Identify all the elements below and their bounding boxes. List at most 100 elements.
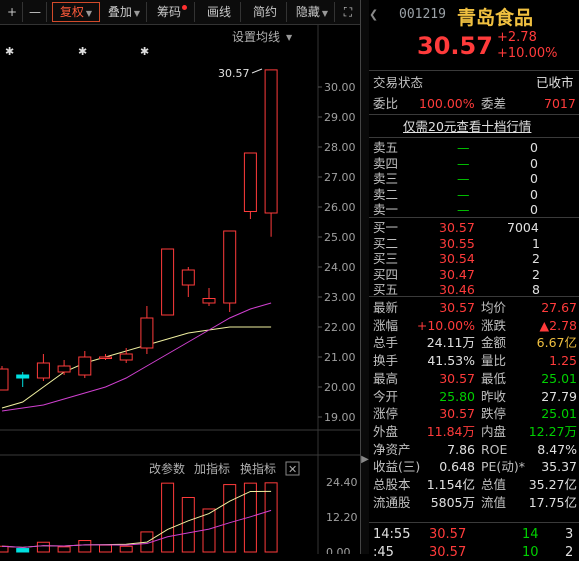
add-indicator-button[interactable]: 加指标: [194, 461, 230, 476]
price-tick-label: 25.00: [324, 231, 356, 244]
candle-body: [57, 365, 71, 373]
stat-value: 41.53%: [427, 353, 475, 369]
sell-level-label: 卖二: [373, 186, 399, 202]
stock-name: 青岛食品: [457, 7, 534, 29]
divider: [369, 296, 579, 297]
price-tick-label: 29.00: [324, 111, 356, 124]
stat-value: 12.27万: [528, 423, 577, 439]
sell-level-label: 卖四: [373, 155, 399, 171]
sell-level-volume: 0: [530, 186, 538, 202]
tick-price: 30.57: [429, 545, 467, 560]
tick-count: 3: [565, 527, 574, 542]
chart-toolbar: + — 复权 ▼ 叠加 ▼ 筹码 画线 简约 隐藏 ▼ ⛶: [0, 0, 360, 25]
chevron-down-icon: ▼: [321, 9, 329, 18]
volume-bar: [119, 545, 133, 553]
volume-bars: [0, 482, 278, 553]
weicha-label: 委差: [481, 96, 507, 111]
candles: [0, 69, 278, 391]
stat-label: 换手: [373, 353, 399, 369]
price-tick-label: 26.00: [324, 201, 356, 214]
stat-label: 流通股: [373, 494, 411, 510]
overlay-button[interactable]: 叠加 ▼: [102, 2, 147, 22]
chips-label: 筹码: [156, 5, 181, 19]
candle-body: [16, 374, 30, 379]
collapse-handle-icon[interactable]: ▶: [361, 452, 369, 468]
stat-value: 5805万: [430, 494, 475, 510]
zoom-out-button[interactable]: —: [24, 2, 47, 22]
sell-level-price: —: [457, 155, 470, 171]
sell-level-volume: 0: [530, 155, 538, 171]
volume-bar: [16, 548, 30, 553]
price-tick-label: 22.00: [324, 321, 356, 334]
promo-link[interactable]: 仅需20元查看十档行情: [403, 119, 531, 134]
stat-label: 外盘: [373, 423, 399, 439]
volume-tick-label: 12.20: [326, 511, 358, 524]
stat-label: 流值: [481, 494, 507, 510]
buy-level-volume: 8: [532, 282, 540, 297]
quote-panel: ❮ 001219 青岛食品 30.57 +2.78 +10.00% 交易状态 已…: [369, 0, 579, 560]
stat-value: 0.648: [439, 459, 475, 475]
tick-time: :45: [373, 545, 394, 560]
candle-body: [223, 230, 237, 304]
settings-ma-label[interactable]: 设置均线: [232, 30, 280, 44]
stat-label: 量比: [481, 353, 507, 369]
candle-body: [119, 353, 133, 361]
close-icon[interactable]: ✕: [288, 463, 297, 476]
candle-body: [181, 269, 195, 286]
divider: [369, 522, 579, 523]
buy-level-label: 买五: [373, 282, 399, 297]
buy-level-price: 30.55: [439, 235, 475, 251]
sell-level-label: 卖五: [373, 140, 399, 155]
chevron-left-icon[interactable]: ❮: [369, 8, 378, 21]
buy-level-price: 30.57: [439, 220, 475, 235]
price-tick-label: 21.00: [324, 351, 356, 364]
price-tick-label: 27.00: [324, 171, 356, 184]
chevron-down-icon: ▼: [286, 33, 293, 42]
zoom-in-button[interactable]: +: [2, 2, 23, 22]
sell-level-price: —: [457, 171, 470, 186]
stat-label: 内盘: [481, 423, 507, 439]
sell-level-price: —: [457, 140, 470, 155]
sell-level-volume: 0: [530, 171, 538, 186]
buy-level-price: 30.46: [439, 282, 475, 297]
buy-level-label: 买三: [373, 251, 399, 266]
stat-label: 总手: [373, 335, 399, 351]
stat-value: 7.86: [447, 441, 475, 457]
volume-bar: [78, 540, 92, 553]
stat-value: 30.57: [439, 406, 475, 422]
sell-level-volume: 0: [530, 202, 538, 217]
fullscreen-icon[interactable]: ⛶: [338, 2, 358, 22]
candle-body: [140, 317, 154, 349]
candle-body: [36, 362, 50, 379]
price-tick-label: 30.00: [324, 81, 356, 94]
adjust-button[interactable]: 复权 ▼: [52, 2, 100, 22]
stat-value: 1.154亿: [426, 477, 475, 492]
price-tick-label: 24.00: [324, 261, 356, 274]
switch-indicator-button[interactable]: 换指标: [240, 461, 276, 476]
trade-status-label: 交易状态: [373, 75, 424, 90]
hide-button[interactable]: 隐藏 ▼: [290, 2, 335, 22]
volume-bar: [57, 546, 71, 553]
kline-chart[interactable]: 30.00 29.00 28.00 27.00 26.00 25.00 24.00 23.00…: [0, 25, 360, 554]
chips-button[interactable]: 筹码: [150, 2, 195, 22]
notification-dot-icon: [182, 5, 187, 10]
buy-level-volume: 7004: [507, 220, 539, 235]
divider: [369, 70, 579, 71]
stat-label: 跌停: [481, 406, 507, 422]
simple-mode-button[interactable]: 简约: [244, 2, 287, 22]
stat-value: 35.27亿: [528, 477, 577, 492]
buy-level-price: 30.54: [439, 251, 475, 266]
stat-value: 30.57: [439, 300, 475, 315]
buy-level-label: 买一: [373, 220, 399, 235]
weicha-value: 7017: [544, 96, 576, 111]
buy-level-volume: 2: [532, 251, 540, 266]
ma-line: [1, 302, 272, 412]
change-params-button[interactable]: 改参数: [149, 461, 185, 476]
ma-lines: [1, 302, 272, 412]
draw-line-button[interactable]: 画线: [198, 2, 241, 22]
price-tick-label: 23.00: [324, 291, 356, 304]
stat-label: 净资产: [373, 441, 411, 457]
stat-value: 27.79: [541, 388, 577, 404]
hide-label: 隐藏: [295, 5, 320, 19]
price-change: +2.78: [497, 30, 537, 45]
